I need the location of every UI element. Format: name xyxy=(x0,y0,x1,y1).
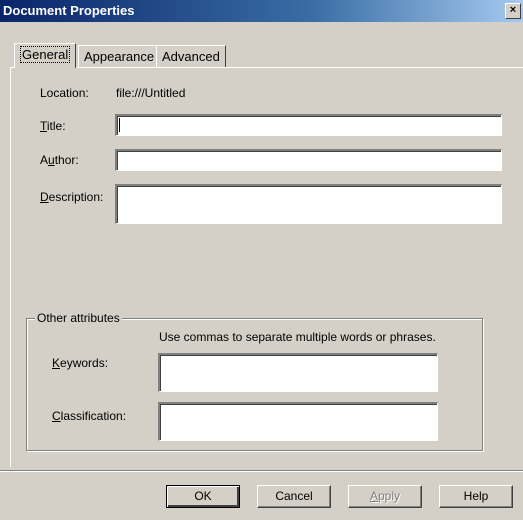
other-attributes-title: Other attributes xyxy=(35,311,122,325)
tab-general-label: General xyxy=(20,46,71,63)
title-input[interactable] xyxy=(115,114,502,136)
tab-appearance[interactable]: Appearance xyxy=(78,45,161,68)
button-separator xyxy=(0,470,523,472)
keywords-hint: Use commas to separate multiple words or… xyxy=(159,330,436,344)
description-label-text: Description: xyxy=(40,190,104,204)
location-label: Location: xyxy=(40,86,89,100)
tab-appearance-label: Appearance xyxy=(84,49,155,64)
document-properties-dialog: Document Properties × General Appearance… xyxy=(0,0,523,520)
classification-label: Classification: xyxy=(52,409,126,423)
window-title: Document Properties xyxy=(3,3,135,18)
location-value: file:///Untitled xyxy=(116,86,186,100)
title-bar[interactable]: Document Properties × xyxy=(0,0,523,22)
tab-advanced-label: Advanced xyxy=(162,49,220,64)
text-caret xyxy=(119,118,120,132)
keywords-label: Keywords: xyxy=(52,356,108,370)
help-button[interactable]: Help xyxy=(439,485,513,508)
keywords-input[interactable] xyxy=(158,353,438,392)
description-label: Description: xyxy=(40,190,103,204)
classification-input[interactable] xyxy=(158,402,438,441)
title-label: Title: xyxy=(40,119,66,133)
description-textarea[interactable] xyxy=(115,184,502,224)
cancel-button[interactable]: Cancel xyxy=(257,485,331,508)
author-label: Author: xyxy=(40,153,79,167)
keywords-label-text: Keywords: xyxy=(52,356,109,370)
author-label-text: Author: xyxy=(40,153,79,167)
tab-general[interactable]: General xyxy=(14,43,77,68)
classification-label-text: Classification: xyxy=(52,409,127,423)
close-icon[interactable]: × xyxy=(505,3,521,19)
author-input[interactable] xyxy=(115,149,502,171)
apply-button[interactable]: Apply xyxy=(348,485,422,508)
ok-button[interactable]: OK xyxy=(166,485,240,508)
title-label-text: Title: xyxy=(40,119,66,133)
tab-advanced[interactable]: Advanced xyxy=(156,45,226,68)
